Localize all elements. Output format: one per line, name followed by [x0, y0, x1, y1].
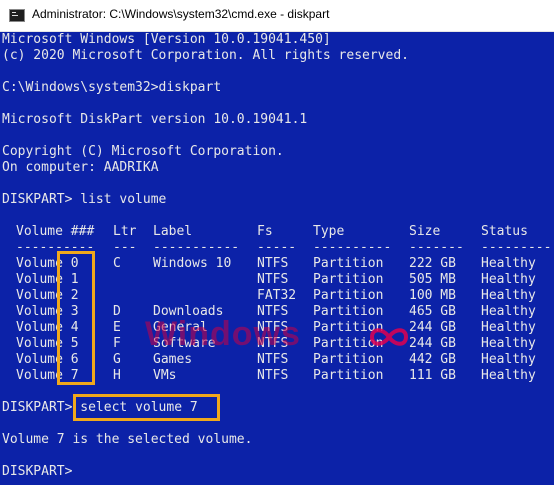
cmd-window: Administrator: C:\Windows\system32\cmd.e… — [0, 0, 554, 485]
table-cell-status: Healthy — [481, 352, 536, 367]
table-cell-status: Healthy — [481, 272, 536, 287]
table-cell-type: Partition — [313, 256, 384, 271]
table-cell-size: 244 GB — [409, 320, 456, 335]
table-cell-label: VMs — [153, 368, 177, 383]
table-cell-status: Healthy — [481, 304, 536, 319]
table-cell-size: 244 GB — [409, 336, 456, 351]
console-line: (c) 2020 Microsoft Corporation. All righ… — [2, 48, 409, 63]
console-line: DISKPART> list volume — [2, 192, 167, 207]
watermark-text: Windows — [145, 315, 301, 353]
table-cell-ltr: F — [113, 336, 121, 351]
header-underline: ---------- — [313, 240, 392, 255]
header-underline: ------- — [409, 240, 464, 255]
command-highlight — [73, 394, 220, 421]
table-cell-fs: NTFS — [257, 352, 289, 367]
header-label: Label — [153, 224, 193, 239]
table-cell-status: Healthy — [481, 288, 536, 303]
header-underline: --------- — [481, 240, 552, 255]
table-cell-ltr: H — [113, 368, 121, 383]
prompt-label: DISKPART> — [2, 400, 81, 415]
table-cell-label: Windows 10 — [153, 256, 232, 271]
console-line: On computer: AADRIKA — [2, 160, 159, 175]
table-cell-status: Healthy — [481, 368, 536, 383]
table-cell-fs: NTFS — [257, 272, 289, 287]
cmd-app-icon — [9, 9, 25, 22]
table-cell-fs: NTFS — [257, 368, 289, 383]
final-prompt[interactable]: DISKPART> — [2, 464, 80, 480]
console-line: C:\Windows\system32>diskpart — [2, 80, 222, 95]
header-underline: --- — [113, 240, 137, 255]
volume-number-highlight — [57, 251, 95, 385]
table-cell-fs: NTFS — [257, 256, 289, 271]
header-volume: Volume ### — [16, 224, 95, 239]
table-cell-type: Partition — [313, 368, 384, 383]
table-cell-label: Games — [153, 352, 193, 367]
header-underline: ----- — [257, 240, 297, 255]
table-cell-ltr: C — [113, 256, 121, 271]
table-cell-size: 442 GB — [409, 352, 456, 367]
table-cell-type: Partition — [313, 304, 384, 319]
table-cell-size: 100 MB — [409, 288, 456, 303]
table-cell-type: Partition — [313, 272, 384, 287]
table-cell-ltr: D — [113, 304, 121, 319]
table-cell-type: Partition — [313, 288, 384, 303]
table-cell-type: Partition — [313, 352, 384, 367]
console-line: Microsoft Windows [Version 10.0.19041.45… — [2, 32, 331, 47]
table-cell-size: 222 GB — [409, 256, 456, 271]
console-line: Copyright (C) Microsoft Corporation. — [2, 144, 284, 159]
header-ltr: Ltr — [113, 224, 137, 239]
header-fs: Fs — [257, 224, 273, 239]
table-cell-status: Healthy — [481, 336, 536, 351]
console-output[interactable]: Microsoft Windows [Version 10.0.19041.45… — [0, 32, 554, 485]
table-cell-fs: FAT32 — [257, 288, 297, 303]
table-cell-size: 465 GB — [409, 304, 456, 319]
title-bar[interactable]: Administrator: C:\Windows\system32\cmd.e… — [0, 0, 554, 32]
table-cell-ltr: G — [113, 352, 121, 367]
table-cell-size: 111 GB — [409, 368, 456, 383]
table-cell-status: Healthy — [481, 256, 536, 271]
header-type: Type — [313, 224, 345, 239]
result-line: Volume 7 is the selected volume. — [2, 432, 253, 447]
window-title: Administrator: C:\Windows\system32\cmd.e… — [32, 7, 330, 21]
header-status: Status — [481, 224, 528, 239]
table-cell-ltr: E — [113, 320, 121, 335]
table-cell-status: Healthy — [481, 320, 536, 335]
console-line: Microsoft DiskPart version 10.0.19041.1 — [2, 112, 308, 127]
table-cell-size: 505 MB — [409, 272, 456, 287]
header-size: Size — [409, 224, 441, 239]
infinity-logo-icon — [369, 328, 409, 346]
header-underline: ----------- — [153, 240, 240, 255]
